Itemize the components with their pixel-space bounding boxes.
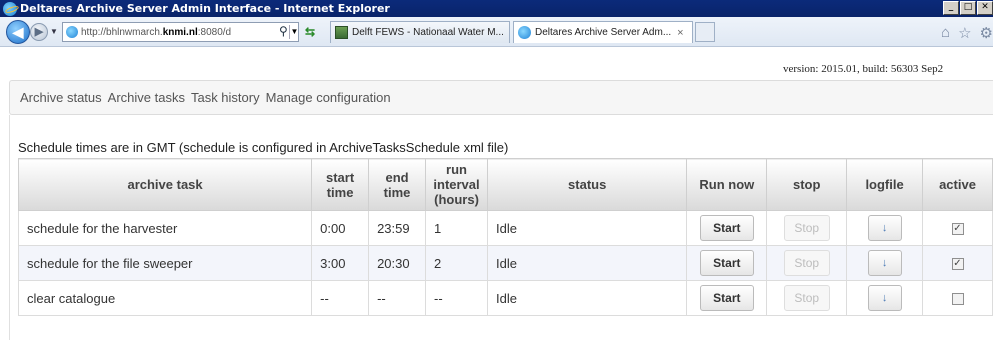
run-now-cell: Start bbox=[686, 210, 768, 246]
tab-label: Deltares Archive Server Adm... bbox=[535, 27, 672, 38]
header-stop: stop bbox=[766, 158, 848, 211]
maximize-button[interactable]: □ bbox=[960, 1, 976, 15]
table-row: schedule for the harvester 0:00 23:59 1 … bbox=[17, 210, 993, 246]
run-now-cell: Start bbox=[686, 280, 768, 316]
browser-right-icons: ⌂ ☆ ⚙ bbox=[941, 24, 993, 42]
logfile-cell: ↓ bbox=[846, 280, 924, 316]
fews-icon bbox=[335, 26, 348, 39]
start-time: 0:00 bbox=[311, 210, 370, 246]
end-time: 20:30 bbox=[368, 245, 427, 281]
page-left-border bbox=[9, 115, 10, 340]
search-icon[interactable]: ⚲ bbox=[279, 24, 288, 38]
table-row: schedule for the file sweeper 3:00 20:30… bbox=[17, 245, 993, 281]
run-interval: 2 bbox=[425, 245, 488, 281]
version-label: version: 2015.01, build: 56303 Sep2 bbox=[783, 63, 944, 75]
active-cell: ✓ bbox=[922, 210, 993, 246]
address-bar[interactable]: http://bhlnwmarch.knmi.nl:8080/delta ⚲ ▼ bbox=[62, 22, 299, 42]
run-now-cell: Start bbox=[686, 245, 768, 281]
stop-cell: Stop bbox=[766, 280, 848, 316]
stop-button: Stop bbox=[783, 215, 830, 241]
new-tab-button[interactable] bbox=[695, 22, 715, 42]
header-status: status bbox=[486, 158, 688, 211]
header-archive-task: archive task bbox=[17, 158, 313, 211]
nav-archive-tasks[interactable]: Archive tasks bbox=[108, 90, 185, 105]
run-interval: -- bbox=[425, 280, 488, 316]
schedule-note: Schedule times are in GMT (schedule is c… bbox=[18, 140, 509, 155]
header-run-interval: run interval (hours) bbox=[425, 158, 488, 211]
history-dropdown-icon[interactable]: ▼ bbox=[50, 27, 58, 36]
logfile-cell: ↓ bbox=[846, 210, 924, 246]
table-header-row: archive task start time end time run int… bbox=[17, 158, 993, 211]
active-cell bbox=[922, 280, 993, 316]
ie-page-icon bbox=[66, 26, 78, 38]
internet-explorer-icon bbox=[3, 1, 17, 16]
nav-task-history[interactable]: Task history bbox=[191, 90, 260, 105]
download-log-icon[interactable]: ↓ bbox=[867, 285, 902, 311]
address-dropdown-icon[interactable]: ▼ bbox=[289, 25, 299, 39]
browser-toolbar: ◀ ▶ ▼ http://bhlnwmarch.knmi.nl:8080/del… bbox=[0, 17, 993, 47]
tab-archive-server[interactable]: Deltares Archive Server Adm... × bbox=[513, 21, 693, 43]
header-run-now: Run now bbox=[686, 158, 768, 211]
home-icon[interactable]: ⌂ bbox=[941, 24, 950, 42]
address-url[interactable]: http://bhlnwmarch.knmi.nl:8080/delta bbox=[81, 27, 231, 38]
task-name: clear catalogue bbox=[17, 280, 313, 316]
tab-delft-fews[interactable]: Delft FEWS - Nationaal Water M... bbox=[330, 21, 510, 43]
task-status: Idle bbox=[486, 245, 688, 281]
start-button[interactable]: Start bbox=[699, 215, 754, 241]
main-navbar: Archive status Archive tasks Task histor… bbox=[9, 80, 993, 115]
task-name: schedule for the harvester bbox=[17, 210, 313, 246]
start-button[interactable]: Start bbox=[699, 250, 754, 276]
nav-archive-status[interactable]: Archive status bbox=[20, 90, 102, 105]
close-button[interactable]: ✕ bbox=[977, 1, 993, 15]
star-icon[interactable]: ☆ bbox=[958, 24, 971, 42]
download-log-icon[interactable]: ↓ bbox=[867, 215, 902, 241]
header-start-time: start time bbox=[311, 158, 370, 211]
minimize-button[interactable]: _ bbox=[943, 1, 959, 15]
table-row: clear catalogue -- -- -- Idle Start Stop… bbox=[17, 280, 993, 316]
end-time: 23:59 bbox=[368, 210, 427, 246]
window-title: Deltares Archive Server Admin Interface … bbox=[20, 2, 390, 15]
tab-label: Delft FEWS - Nationaal Water M... bbox=[352, 27, 504, 38]
start-time: -- bbox=[311, 280, 370, 316]
task-status: Idle bbox=[486, 280, 688, 316]
header-active: active bbox=[922, 158, 993, 211]
stop-cell: Stop bbox=[766, 245, 848, 281]
back-arrow-icon[interactable]: ◀ bbox=[6, 20, 30, 44]
run-interval: 1 bbox=[425, 210, 488, 246]
ie-page-icon bbox=[518, 26, 531, 39]
close-tab-icon[interactable]: × bbox=[677, 27, 683, 39]
gear-icon[interactable]: ⚙ bbox=[980, 24, 993, 42]
logfile-cell: ↓ bbox=[846, 245, 924, 281]
window-controls: _ □ ✕ bbox=[943, 1, 993, 15]
archive-tasks-table: archive task start time end time run int… bbox=[17, 158, 993, 316]
active-checkbox[interactable]: ✓ bbox=[951, 223, 964, 236]
start-time: 3:00 bbox=[311, 245, 370, 281]
stop-button: Stop bbox=[783, 285, 830, 311]
window-titlebar: Deltares Archive Server Admin Interface … bbox=[0, 0, 993, 17]
refresh-icon[interactable]: ⇆ bbox=[303, 25, 317, 39]
task-name: schedule for the file sweeper bbox=[17, 245, 313, 281]
download-log-icon[interactable]: ↓ bbox=[867, 250, 902, 276]
end-time: -- bbox=[368, 280, 427, 316]
active-checkbox[interactable]: ✓ bbox=[951, 258, 964, 271]
stop-button: Stop bbox=[783, 250, 830, 276]
stop-cell: Stop bbox=[766, 210, 848, 246]
active-checkbox[interactable] bbox=[951, 293, 964, 306]
active-cell: ✓ bbox=[922, 245, 993, 281]
task-status: Idle bbox=[486, 210, 688, 246]
nav-manage-configuration[interactable]: Manage configuration bbox=[266, 90, 391, 105]
forward-arrow-icon[interactable]: ▶ bbox=[30, 23, 48, 41]
header-end-time: end time bbox=[368, 158, 427, 211]
start-button[interactable]: Start bbox=[699, 285, 754, 311]
header-logfile: logfile bbox=[846, 158, 924, 211]
